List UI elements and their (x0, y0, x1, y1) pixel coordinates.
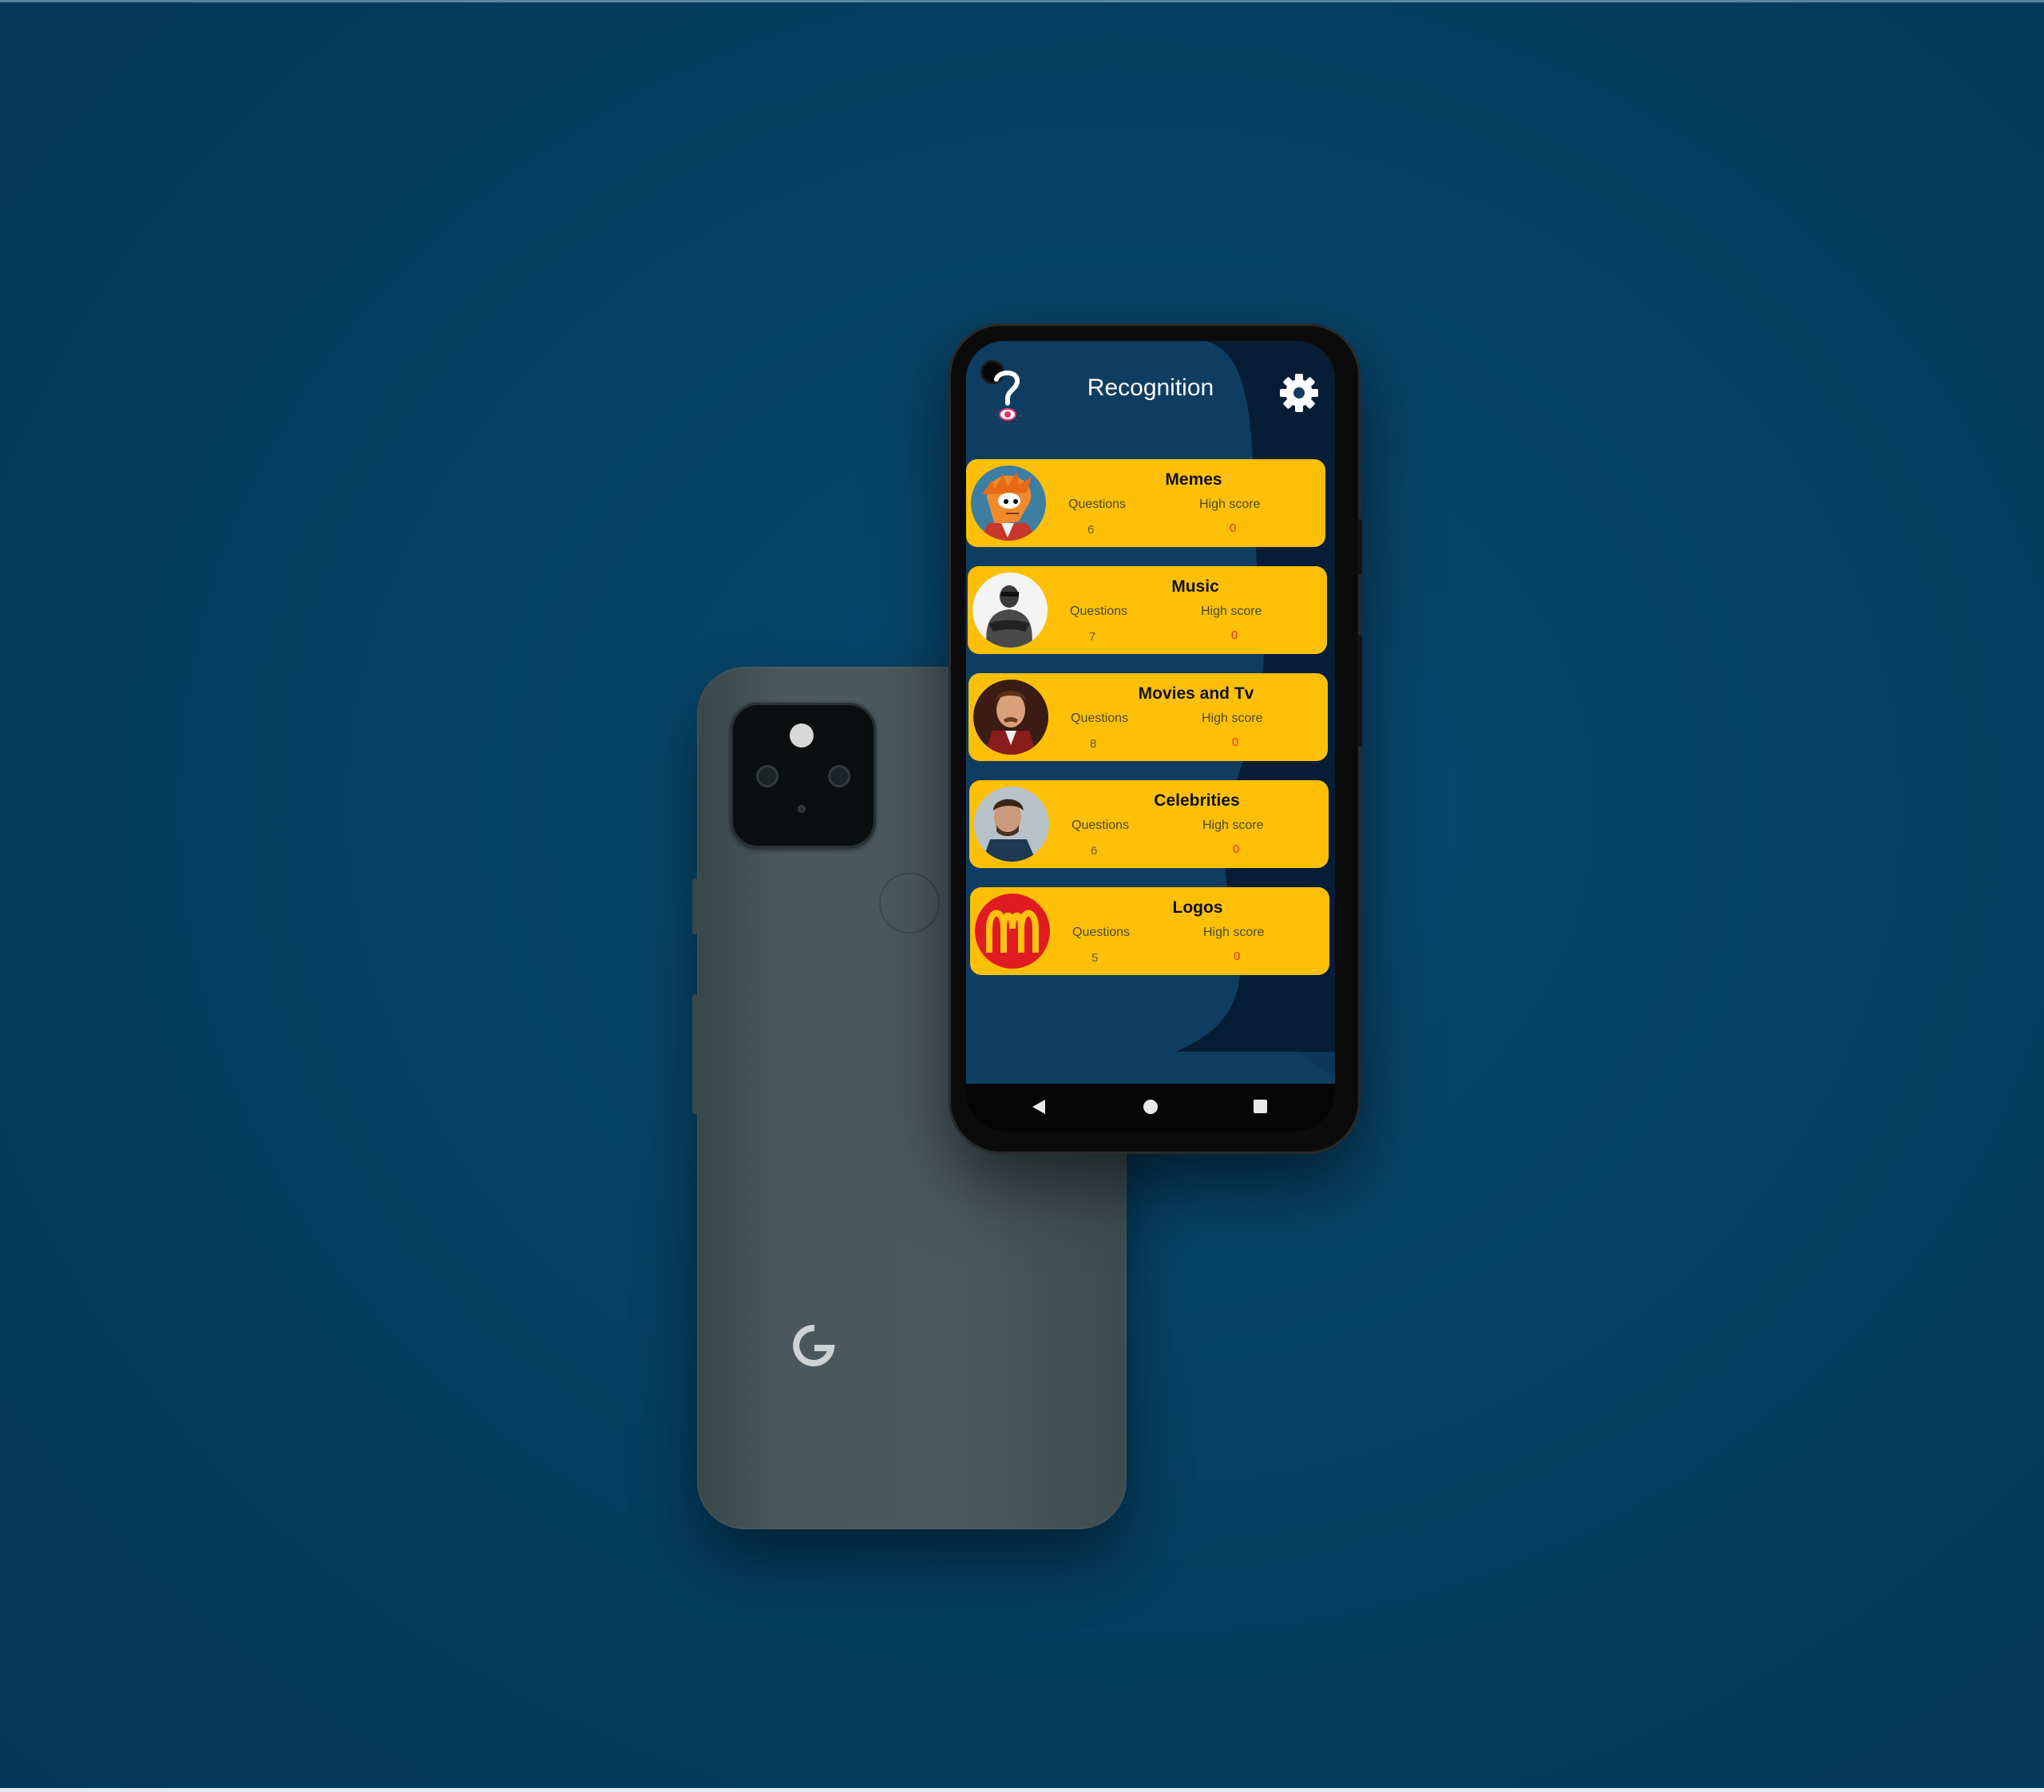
category-card-memes[interactable]: Memes Questions High score 6 0 (966, 459, 1325, 547)
category-title: Celebrities (1154, 791, 1240, 810)
questions-label: Questions (1072, 819, 1130, 832)
phone-screen: Recognition Memes Questions High score 6… (966, 341, 1335, 1132)
questions-label: Questions (1070, 605, 1128, 618)
questions-label: Questions (1072, 926, 1131, 939)
highscore-value: 0 (1234, 950, 1241, 963)
highscore-label: High score (1199, 498, 1261, 511)
highscore-label: High score (1203, 926, 1265, 939)
celebrities-avatar (974, 787, 1049, 862)
top-edge-line (0, 0, 2044, 2)
questions-count: 6 (1087, 523, 1095, 537)
logos-avatar (975, 894, 1050, 969)
category-card-celebrities[interactable]: Celebrities Questions High score 6 0 (969, 780, 1329, 868)
movies-avatar (973, 680, 1048, 755)
camera-lens (756, 765, 778, 787)
category-title: Movies and Tv (1138, 684, 1254, 703)
fingerprint-sensor (879, 873, 940, 934)
category-card-logos[interactable]: Logos Questions High score 5 0 (970, 887, 1329, 975)
highscore-value: 0 (1230, 521, 1237, 535)
camera-sensor (798, 805, 806, 813)
highscore-label: High score (1202, 819, 1264, 832)
category-card-music[interactable]: Music Questions High score 7 0 (968, 566, 1327, 654)
triangle-back-icon[interactable] (1032, 1100, 1045, 1114)
camera-flash (790, 724, 814, 747)
highscore-value: 0 (1232, 735, 1239, 749)
camera-lens (828, 765, 850, 787)
bottom-edge-line (0, 1788, 2044, 1792)
power-button (1357, 519, 1362, 575)
questions-label: Questions (1068, 498, 1127, 511)
highscore-label: High score (1202, 712, 1263, 725)
questions-label: Questions (1071, 712, 1129, 725)
gear-icon[interactable] (1278, 371, 1321, 414)
category-title: Logos (1172, 898, 1223, 917)
questions-count: 6 (1091, 844, 1098, 858)
front-phone: Recognition Memes Questions High score 6… (949, 323, 1362, 1154)
questions-count: 7 (1089, 630, 1096, 644)
questions-count: 8 (1090, 737, 1097, 751)
square-recent-icon[interactable] (1254, 1100, 1267, 1113)
back-phone-side-button (692, 878, 698, 934)
google-g-logo (793, 1324, 835, 1366)
questions-count: 5 (1091, 951, 1099, 965)
highscore-value: 0 (1233, 842, 1240, 856)
highscore-value: 0 (1231, 628, 1238, 642)
category-title: Music (1171, 577, 1219, 596)
back-phone-volume-button (692, 994, 698, 1114)
system-navigation-bar (966, 1084, 1335, 1132)
category-card-movies-and-tv[interactable]: Movies and Tv Questions High score 8 0 (969, 673, 1328, 761)
music-avatar (972, 573, 1048, 648)
circle-home-icon[interactable] (1143, 1100, 1158, 1114)
camera-module (731, 703, 876, 848)
volume-button (1357, 635, 1362, 747)
meme-avatar (971, 466, 1046, 541)
highscore-label: High score (1201, 605, 1262, 618)
category-title: Memes (1165, 470, 1222, 489)
